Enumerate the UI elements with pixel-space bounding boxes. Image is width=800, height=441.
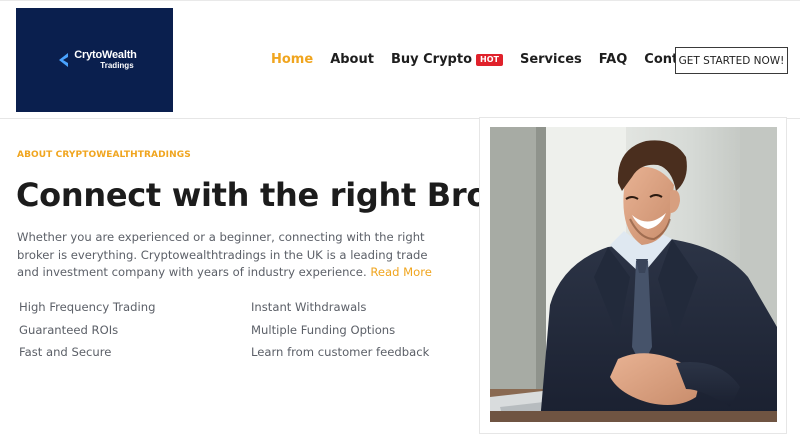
feature-item: High Frequency Trading bbox=[19, 300, 156, 314]
feature-item: Multiple Funding Options bbox=[251, 322, 396, 337]
hero-intro: Whether you are experienced or a beginne… bbox=[17, 229, 442, 282]
site-header: CrytoWealth Tradings Home About Buy Cryp… bbox=[0, 0, 800, 119]
read-more-link[interactable]: Read More bbox=[370, 265, 432, 279]
site-logo[interactable]: CrytoWealth Tradings bbox=[16, 8, 173, 112]
smiling-businessman-photo bbox=[490, 127, 777, 422]
main-nav: Home About Buy Crypto HOT Services FAQ C… bbox=[271, 52, 718, 67]
logo-subtitle: Tradings bbox=[100, 61, 134, 70]
feature-list: High Frequency Trading Instant Withdrawa… bbox=[19, 300, 439, 363]
feature-item: Guaranteed ROIs bbox=[19, 322, 119, 337]
arrow-left-icon bbox=[59, 53, 69, 67]
feature-item: Fast and Secure bbox=[19, 345, 112, 359]
hot-badge: HOT bbox=[476, 53, 503, 66]
nav-about[interactable]: About bbox=[330, 52, 374, 67]
logo-text: CrytoWealth Tradings bbox=[74, 49, 137, 70]
logo-name: CrytoWealth bbox=[74, 49, 137, 61]
nav-buy-crypto-label: Buy Crypto bbox=[390, 52, 473, 67]
logo-mark: CrytoWealth Tradings bbox=[58, 49, 137, 70]
nav-home[interactable]: Home bbox=[271, 52, 313, 67]
hero-headline: Connect with the right Broker. bbox=[16, 176, 553, 214]
feature-item: Learn from customer feedback bbox=[251, 345, 430, 359]
section-eyebrow: ABOUT CRYPTOWEALTHTRADINGS bbox=[17, 150, 191, 160]
intro-text: Whether you are experienced or a beginne… bbox=[17, 230, 428, 279]
nav-buy-crypto[interactable]: Buy Crypto HOT bbox=[391, 52, 503, 67]
businessman-illustration bbox=[490, 127, 777, 422]
nav-faq[interactable]: FAQ bbox=[599, 52, 628, 67]
get-started-button[interactable]: GET STARTED NOW! bbox=[675, 47, 788, 74]
nav-services[interactable]: Services bbox=[520, 52, 582, 67]
feature-item: Instant Withdrawals bbox=[251, 300, 367, 314]
